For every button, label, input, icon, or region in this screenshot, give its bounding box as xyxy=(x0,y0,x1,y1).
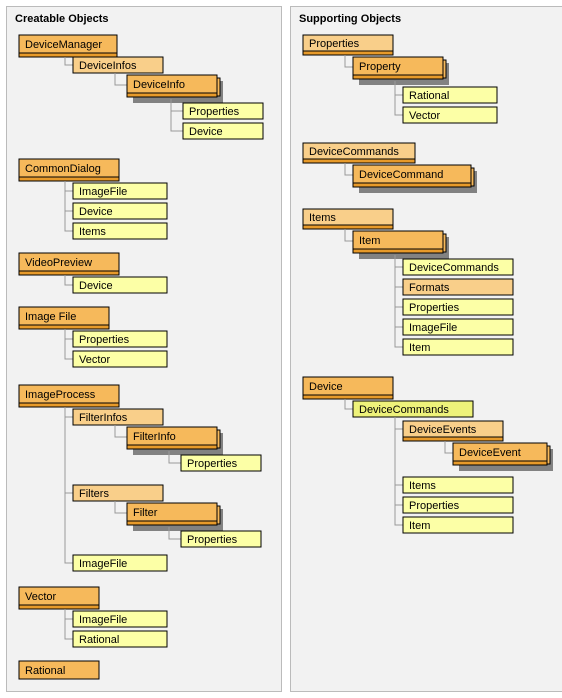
box-dv-items: Items xyxy=(403,477,513,493)
box-it-imagefile: ImageFile xyxy=(403,319,513,335)
svg-text:Vector: Vector xyxy=(409,110,441,122)
box-filterinfos: FilterInfos xyxy=(73,409,163,425)
panel-title: Creatable Objects xyxy=(15,13,273,25)
svg-text:Device: Device xyxy=(189,126,223,138)
svg-text:ImageFile: ImageFile xyxy=(79,558,127,570)
svg-text:Rational: Rational xyxy=(25,665,65,677)
svg-text:Image File: Image File xyxy=(25,311,76,323)
box-devicecommands: DeviceCommands xyxy=(303,143,415,163)
svg-text:Properties: Properties xyxy=(187,534,238,546)
svg-text:Properties: Properties xyxy=(409,302,460,314)
svg-text:Properties: Properties xyxy=(409,500,460,512)
box-properties: Properties xyxy=(303,35,393,55)
svg-text:Device: Device xyxy=(309,381,343,393)
box-filters: Filters xyxy=(73,485,163,501)
svg-text:Rational: Rational xyxy=(409,90,449,102)
svg-text:Items: Items xyxy=(79,226,106,238)
svg-text:DeviceEvent: DeviceEvent xyxy=(459,447,521,459)
box-dv-item: Item xyxy=(403,517,513,533)
svg-text:DeviceCommand: DeviceCommand xyxy=(359,169,443,181)
svg-text:Properties: Properties xyxy=(79,334,130,346)
svg-text:ImageFile: ImageFile xyxy=(409,322,457,334)
svg-text:ImageFile: ImageFile xyxy=(79,614,127,626)
box-if-vector: Vector xyxy=(73,351,167,367)
box-v-rational: Rational xyxy=(73,631,167,647)
box-it-item: Item xyxy=(403,339,513,355)
supporting-diagram: Properties Property Rational Vector xyxy=(299,31,557,681)
box-deviceinfos: DeviceInfos xyxy=(73,57,163,73)
svg-text:Item: Item xyxy=(409,342,430,354)
box-deviceevent: DeviceEvent xyxy=(453,443,553,471)
box-filterinfo: FilterInfo xyxy=(127,427,223,455)
box-v-imagefile: ImageFile xyxy=(73,611,167,627)
panel-title: Supporting Objects xyxy=(299,13,557,25)
svg-text:Items: Items xyxy=(309,212,336,224)
svg-text:Vector: Vector xyxy=(25,591,57,603)
box-imageprocess: ImageProcess xyxy=(19,385,119,407)
box-ip-imagefile: ImageFile xyxy=(73,555,167,571)
box-cd-device: Device xyxy=(73,203,167,219)
box-devicecommand: DeviceCommand xyxy=(353,165,477,193)
svg-text:DeviceEvents: DeviceEvents xyxy=(409,424,477,436)
box-property: Property xyxy=(353,57,449,85)
svg-text:Vector: Vector xyxy=(79,354,111,366)
box-cd-imagefile: ImageFile xyxy=(73,183,167,199)
box-it-properties: Properties xyxy=(403,299,513,315)
svg-text:Device: Device xyxy=(79,280,113,292)
svg-text:Device: Device xyxy=(79,206,113,218)
svg-text:DeviceCommands: DeviceCommands xyxy=(409,262,499,274)
svg-text:Properties: Properties xyxy=(309,38,360,50)
box-device: Device xyxy=(303,377,393,399)
svg-text:Properties: Properties xyxy=(189,106,240,118)
box-vp-device: Device xyxy=(73,277,167,293)
box-dm-device: Device xyxy=(183,123,263,139)
svg-text:CommonDialog: CommonDialog xyxy=(25,163,101,175)
svg-text:Property: Property xyxy=(359,61,401,73)
svg-text:ImageFile: ImageFile xyxy=(79,186,127,198)
svg-text:VideoPreview: VideoPreview xyxy=(25,257,92,269)
box-f-properties: Properties xyxy=(181,531,261,547)
box-videopreview: VideoPreview xyxy=(19,253,119,275)
box-commondialog: CommonDialog xyxy=(19,159,119,181)
box-p-vector: Vector xyxy=(403,107,497,123)
box-deviceevents: DeviceEvents xyxy=(403,421,503,441)
box-dv-properties: Properties xyxy=(403,497,513,513)
creatable-objects-panel: Creatable Objects DeviceManager DeviceIn… xyxy=(6,6,282,692)
box-dm-properties: Properties xyxy=(183,103,263,119)
svg-text:ImageProcess: ImageProcess xyxy=(25,389,96,401)
svg-text:Items: Items xyxy=(409,480,436,492)
creatable-diagram: DeviceManager DeviceInfos DeviceInfo Pro… xyxy=(15,31,273,681)
box-p-rational: Rational xyxy=(403,87,497,103)
box-dv-devicecommands: DeviceCommands xyxy=(353,401,473,417)
supporting-objects-panel: Supporting Objects Properties Property R… xyxy=(290,6,562,692)
box-items: Items xyxy=(303,209,393,229)
box-it-devicecommands: DeviceCommands xyxy=(403,259,513,275)
svg-text:Item: Item xyxy=(359,235,380,247)
svg-text:Filter: Filter xyxy=(133,507,158,519)
box-rational: Rational xyxy=(19,661,99,679)
box-it-formats: Formats xyxy=(403,279,513,295)
box-devicemanager: DeviceManager xyxy=(19,35,117,57)
svg-text:DeviceInfo: DeviceInfo xyxy=(133,79,185,91)
svg-text:DeviceManager: DeviceManager xyxy=(25,39,102,51)
svg-text:FilterInfos: FilterInfos xyxy=(79,412,128,424)
svg-text:Properties: Properties xyxy=(187,458,238,470)
box-deviceinfo: DeviceInfo xyxy=(127,75,223,103)
box-vector: Vector xyxy=(19,587,99,609)
svg-text:Item: Item xyxy=(409,520,430,532)
svg-text:Filters: Filters xyxy=(79,488,109,500)
svg-text:FilterInfo: FilterInfo xyxy=(133,431,176,443)
svg-text:DeviceCommands: DeviceCommands xyxy=(309,146,399,158)
box-imagefile: Image File xyxy=(19,307,109,329)
box-cd-items: Items xyxy=(73,223,167,239)
svg-text:Formats: Formats xyxy=(409,282,450,294)
svg-text:DeviceInfos: DeviceInfos xyxy=(79,60,137,72)
box-item: Item xyxy=(353,231,449,259)
box-filter: Filter xyxy=(127,503,223,531)
box-if-properties: Properties xyxy=(73,331,167,347)
box-fi-properties: Properties xyxy=(181,455,261,471)
svg-text:DeviceCommands: DeviceCommands xyxy=(359,404,449,416)
svg-text:Rational: Rational xyxy=(79,634,119,646)
